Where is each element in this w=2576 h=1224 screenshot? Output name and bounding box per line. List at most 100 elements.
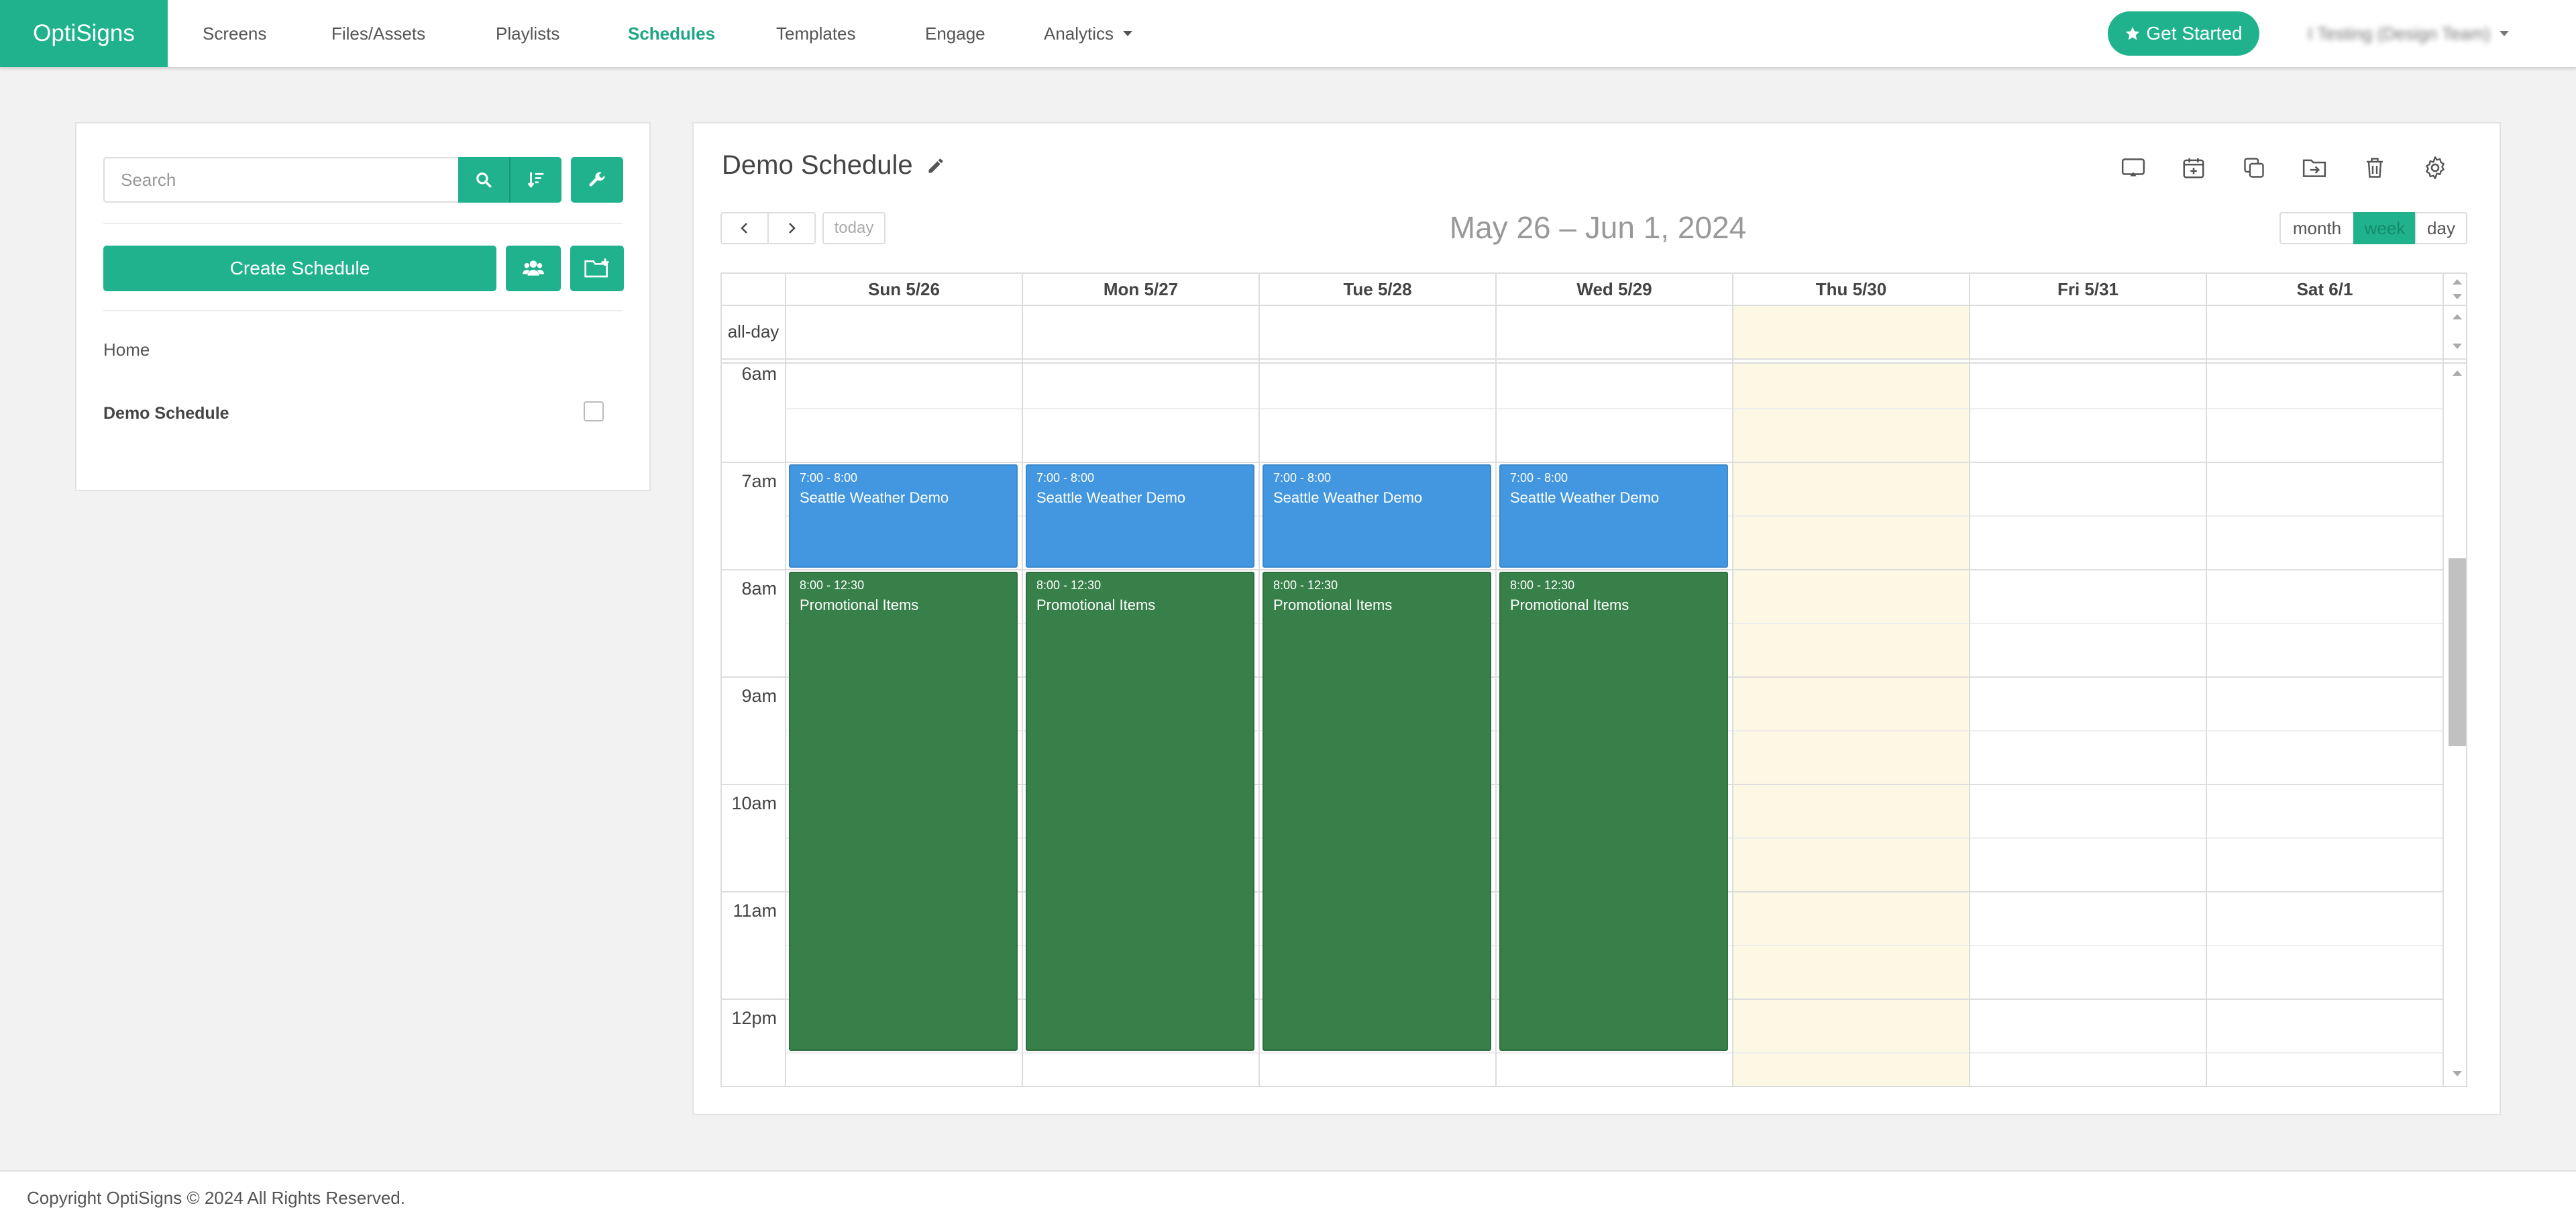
calendar-event[interactable]: 8:00 - 12:30 Promotional Items bbox=[1263, 572, 1491, 1051]
nav-analytics-label: Analytics bbox=[1044, 23, 1114, 44]
event-title: Seattle Weather Demo bbox=[800, 489, 949, 506]
view-month-button[interactable]: month bbox=[2279, 212, 2355, 244]
calendar-event[interactable]: 8:00 - 12:30 Promotional Items bbox=[1026, 572, 1254, 1051]
trash-icon bbox=[2367, 158, 2383, 178]
today-column-allday bbox=[1732, 305, 1969, 358]
new-folder-icon bbox=[584, 258, 609, 278]
event-time: 8:00 - 12:30 bbox=[1036, 578, 1102, 592]
user-menu[interactable]: I Testing (Design Team) bbox=[2308, 0, 2510, 67]
scroll-down-arrow[interactable] bbox=[2453, 294, 2462, 299]
day-header[interactable]: Tue 5/28 bbox=[1258, 274, 1495, 305]
duplicate-button[interactable] bbox=[2238, 152, 2270, 184]
scroll-up-arrow[interactable] bbox=[2453, 279, 2462, 285]
schedule-select-checkbox[interactable] bbox=[584, 401, 604, 421]
search-button[interactable] bbox=[458, 157, 509, 203]
delete-button[interactable] bbox=[2359, 152, 2391, 184]
move-to-folder-button[interactable] bbox=[2298, 152, 2330, 184]
day-header[interactable]: Sun 5/26 bbox=[785, 274, 1022, 305]
nav-playlists[interactable]: Playlists bbox=[496, 0, 559, 67]
breadcrumb-home[interactable]: Home bbox=[103, 340, 150, 360]
schedule-list-item[interactable]: Demo Schedule bbox=[103, 404, 229, 423]
schedule-title-row: Demo Schedule bbox=[722, 150, 945, 181]
new-folder-button[interactable] bbox=[570, 246, 624, 291]
week-calendar: all-day 6am 7am 8am 9am 10am 11am 12pm Sun 5/26… bbox=[720, 272, 2467, 1087]
hour-line bbox=[722, 569, 2443, 570]
event-time: 8:00 - 12:30 bbox=[1273, 578, 1338, 592]
event-time: 7:00 - 8:00 bbox=[1036, 471, 1095, 484]
time-label: 10am bbox=[731, 793, 777, 813]
event-title: Seattle Weather Demo bbox=[1510, 489, 1660, 506]
copy-icon bbox=[2244, 158, 2264, 178]
event-title: Promotional Items bbox=[1510, 597, 1629, 613]
copyright-text: Copyright OptiSigns © 2024 All Rights Re… bbox=[27, 1188, 405, 1208]
time-label: 8am bbox=[741, 578, 777, 599]
calendar-event[interactable]: 7:00 - 8:00 Seattle Weather Demo bbox=[789, 464, 1018, 568]
add-calendar-button[interactable] bbox=[2178, 152, 2210, 184]
calendar-event[interactable]: 7:00 - 8:00 Seattle Weather Demo bbox=[1499, 464, 1728, 568]
scroll-down-arrow[interactable] bbox=[2453, 344, 2462, 349]
day-column-line bbox=[785, 274, 786, 1086]
nav-schedules[interactable]: Schedules bbox=[628, 0, 715, 67]
scroll-up-arrow[interactable] bbox=[2453, 370, 2462, 376]
day-header[interactable]: Thu 5/30 bbox=[1732, 274, 1969, 305]
nav-analytics[interactable]: Analytics bbox=[1044, 0, 1133, 67]
hour-line bbox=[722, 462, 2443, 463]
calendar-event[interactable]: 8:00 - 12:30 Promotional Items bbox=[1499, 572, 1728, 1051]
scroll-up-arrow[interactable] bbox=[2453, 314, 2462, 319]
calendar-event[interactable]: 8:00 - 12:30 Promotional Items bbox=[789, 572, 1018, 1051]
divider bbox=[103, 310, 623, 311]
event-title: Promotional Items bbox=[1036, 597, 1156, 613]
day-column-line bbox=[2206, 274, 2207, 1086]
manage-users-button[interactable] bbox=[506, 246, 561, 291]
user-name: I Testing (Design Team) bbox=[2308, 23, 2491, 44]
wrench-icon bbox=[589, 172, 605, 187]
schedule-editor-panel: Demo Schedule today May 26 – Jun 1, 2024… bbox=[692, 122, 2501, 1115]
day-header[interactable]: Mon 5/27 bbox=[1022, 274, 1258, 305]
search-input[interactable] bbox=[103, 157, 458, 203]
day-column-line bbox=[1732, 274, 1733, 1086]
day-header[interactable]: Fri 5/31 bbox=[1969, 274, 2206, 305]
create-schedule-button[interactable]: Create Schedule bbox=[103, 246, 496, 291]
get-started-label: Get Started bbox=[2146, 23, 2243, 44]
add-calendar-icon bbox=[2183, 158, 2204, 178]
chevron-down-icon bbox=[2500, 31, 2510, 36]
view-day-button[interactable]: day bbox=[2415, 212, 2467, 244]
half-hour-line bbox=[785, 1052, 2443, 1054]
get-started-button[interactable]: Get Started bbox=[2108, 11, 2259, 56]
nav-templates[interactable]: Templates bbox=[776, 0, 856, 67]
time-label: 9am bbox=[741, 686, 777, 706]
time-label: 7am bbox=[741, 471, 777, 491]
scroll-down-arrow[interactable] bbox=[2453, 1071, 2462, 1076]
day-column-line bbox=[2443, 274, 2444, 1086]
view-week-button[interactable]: week bbox=[2353, 212, 2416, 244]
search-icon bbox=[476, 172, 492, 188]
today-column bbox=[1732, 364, 1969, 1086]
day-header[interactable]: Wed 5/29 bbox=[1495, 274, 1732, 305]
event-time: 8:00 - 12:30 bbox=[800, 578, 865, 592]
footer: Copyright OptiSigns © 2024 All Rights Re… bbox=[0, 1170, 2576, 1224]
settings-wrench-button[interactable] bbox=[571, 157, 623, 203]
day-column-line bbox=[1495, 274, 1497, 1086]
nav-files-assets[interactable]: Files/Assets bbox=[331, 0, 425, 67]
pencil-icon[interactable] bbox=[926, 156, 945, 175]
calendar-event[interactable]: 7:00 - 8:00 Seattle Weather Demo bbox=[1026, 464, 1254, 568]
nav-engage[interactable]: Engage bbox=[925, 0, 985, 67]
date-range-title: May 26 – Jun 1, 2024 bbox=[1449, 210, 1747, 245]
schedule-title: Demo Schedule bbox=[722, 150, 913, 180]
event-time: 7:00 - 8:00 bbox=[800, 471, 858, 484]
settings-button[interactable] bbox=[2419, 152, 2451, 184]
day-header[interactable]: Sat 6/1 bbox=[2206, 274, 2443, 305]
sort-icon bbox=[527, 172, 544, 189]
cast-button[interactable] bbox=[2117, 152, 2149, 184]
cast-icon bbox=[2121, 158, 2145, 176]
scrollbar-thumb[interactable] bbox=[2449, 558, 2466, 746]
event-title: Seattle Weather Demo bbox=[1273, 489, 1423, 506]
event-title: Seattle Weather Demo bbox=[1036, 489, 1186, 506]
nav-screens[interactable]: Screens bbox=[203, 0, 266, 67]
day-column-line bbox=[1969, 274, 1970, 1086]
divider bbox=[103, 223, 623, 224]
allday-label: all-day bbox=[727, 321, 780, 342]
brand-logo[interactable]: OptiSigns bbox=[0, 0, 168, 67]
calendar-event[interactable]: 7:00 - 8:00 Seattle Weather Demo bbox=[1263, 464, 1491, 568]
sort-button[interactable] bbox=[509, 157, 561, 203]
